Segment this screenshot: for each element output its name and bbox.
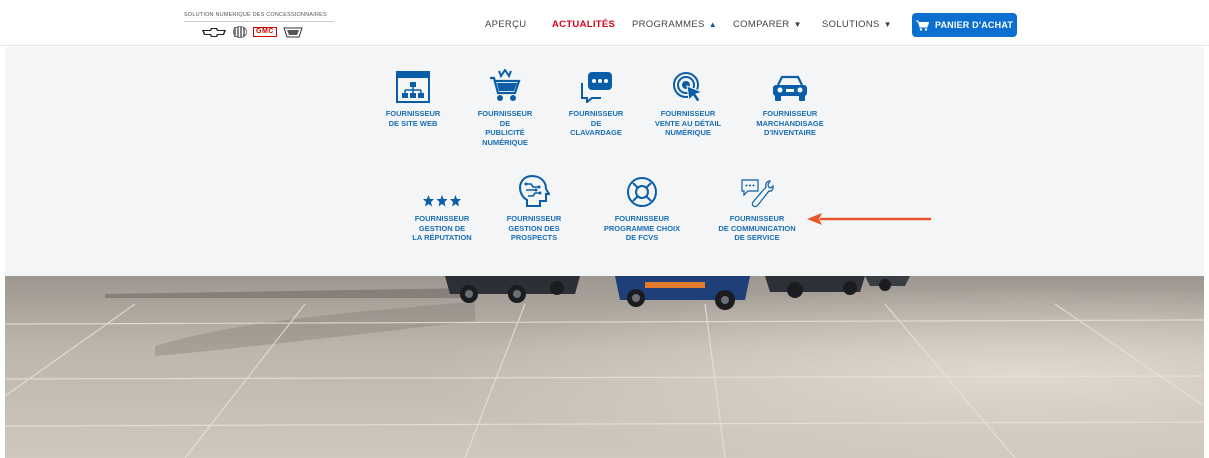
menu-tile-label: FOURNISSEUR MARCHANDISAGE D'INVENTAIRE: [756, 109, 824, 137]
programmes-mega-menu: FOURNISSEUR DE SITE WEB FOURNISSEUR DE P…: [5, 47, 1204, 276]
car-icon: [773, 75, 807, 101]
menu-tile-vente-detail[interactable]: FOURNISSEUR VENTE AU DÉTAIL NUMÉRIQUE: [643, 67, 733, 138]
menu-tile-label: FOURNISSEUR DE PUBLICITÉ NUMÉRIQUE: [477, 109, 533, 147]
chevron-down-icon: ▼: [793, 20, 802, 29]
click-cursor-icon: [673, 72, 704, 103]
cart-icon: [915, 20, 929, 31]
cart-label: PANIER D'ACHAT: [934, 20, 1014, 30]
menu-tile-marchandisage[interactable]: FOURNISSEUR MARCHANDISAGE D'INVENTAIRE: [745, 67, 835, 138]
nav-actualites[interactable]: ACTUALITÉS: [552, 19, 615, 30]
chevron-down-icon: ▼: [883, 20, 892, 29]
website-sitemap-icon: [396, 71, 430, 103]
logo-tagline: SOLUTION NUMERIQUE DES CONCESSIONNAIRES: [184, 12, 327, 18]
three-stars-icon: [423, 195, 461, 207]
nav-solutions-label: SOLUTIONS: [822, 19, 880, 30]
menu-tile-fcvs[interactable]: FOURNISSEUR PROGRAMME CHOIX DE FCVS: [597, 172, 687, 243]
chevron-up-icon: ▲: [708, 20, 717, 29]
site-logo[interactable]: SOLUTION NUMERIQUE DES CONCESSIONNAIRES …: [184, 12, 334, 38]
menu-tile-communication-service[interactable]: FOURNISSEUR DE COMMUNICATION DE SERVICE: [712, 172, 802, 243]
chevrolet-logo-icon: [202, 27, 226, 37]
page-gutter-right: [1204, 276, 1209, 458]
shopping-cart-button[interactable]: PANIER D'ACHAT: [912, 13, 1017, 37]
menu-tile-prospects[interactable]: FOURNISSEUR GESTION DES PROSPECTS: [489, 172, 579, 243]
menu-tile-reputation[interactable]: FOURNISSEUR GESTION DE LA RÉPUTATION: [397, 172, 487, 243]
nav-apercu[interactable]: APERÇU: [485, 19, 526, 30]
circuit-head-icon: [518, 174, 550, 207]
service-chat-wrench-icon: [741, 179, 774, 208]
nav-solutions[interactable]: SOLUTIONS ▼: [822, 19, 892, 30]
nav-comparer[interactable]: COMPARER ▼: [733, 19, 802, 30]
cadillac-logo-icon: [283, 27, 303, 37]
lifebuoy-icon: [627, 177, 657, 207]
logo-divider: [184, 21, 334, 22]
menu-tile-site-web[interactable]: FOURNISSEUR DE SITE WEB: [368, 67, 458, 128]
buick-logo-icon: [233, 26, 247, 38]
site-header: SOLUTION NUMERIQUE DES CONCESSIONNAIRES …: [0, 0, 1209, 46]
nav-programmes[interactable]: PROGRAMMES ▲: [632, 19, 717, 30]
menu-tile-clavardage[interactable]: FOURNISSEUR DE CLAVARDAGE: [551, 67, 641, 138]
nav-programmes-label: PROGRAMMES: [632, 19, 705, 30]
menu-tile-label: FOURNISSEUR DE CLAVARDAGE: [568, 109, 624, 137]
showroom-floor-illustration: [5, 276, 1204, 458]
chat-bubble-icon: [581, 72, 612, 103]
shopping-cart-icon: [490, 69, 521, 101]
menu-tile-label: FOURNISSEUR VENTE AU DÉTAIL NUMÉRIQUE: [654, 109, 722, 137]
menu-tile-label: FOURNISSEUR GESTION DE LA RÉPUTATION: [412, 214, 472, 242]
nav-comparer-label: COMPARER: [733, 19, 790, 30]
menu-tile-label: FOURNISSEUR DE COMMUNICATION DE SERVICE: [718, 214, 796, 242]
menu-tile-label: FOURNISSEUR DE SITE WEB: [385, 109, 441, 128]
menu-tile-label: FOURNISSEUR PROGRAMME CHOIX DE FCVS: [603, 214, 681, 242]
menu-tile-publicite[interactable]: FOURNISSEUR DE PUBLICITÉ NUMÉRIQUE: [460, 67, 550, 147]
brand-logos: GMC: [184, 26, 334, 38]
menu-tile-label: FOURNISSEUR GESTION DES PROSPECTS: [506, 214, 562, 242]
orange-arrow-annotation: [807, 213, 931, 225]
gmc-logo: GMC: [253, 27, 277, 37]
hero-showroom-image: [5, 276, 1204, 458]
